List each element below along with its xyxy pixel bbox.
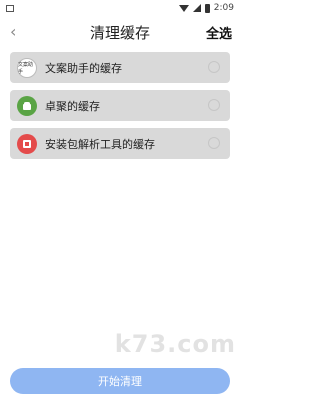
select-radio[interactable] <box>208 137 220 149</box>
start-clean-button[interactable]: 开始清理 <box>10 368 230 394</box>
list-item-wenan[interactable]: 文案助手 文案助手的缓存 <box>10 52 230 83</box>
wenan-app-icon: 文案助手 <box>17 57 37 78</box>
android-icon <box>17 95 37 116</box>
wenan-icon-text: 文案助手 <box>18 61 34 75</box>
select-radio[interactable] <box>208 61 220 73</box>
page-title: 清理缓存 <box>89 24 150 42</box>
signal-icon <box>192 4 201 12</box>
select-all-button[interactable]: 全选 <box>206 23 232 42</box>
wifi-icon <box>178 4 189 12</box>
select-radio[interactable] <box>208 99 220 111</box>
status-time: 2:09 <box>213 3 234 13</box>
status-bar: 2:09 <box>0 0 240 16</box>
watermark-logo: k73.com <box>114 330 236 358</box>
title-bar: ‹ 清理缓存 全选 <box>0 18 240 48</box>
cache-list: 文案助手 文案助手的缓存 卓聚的缓存 安装包解析工具的缓存 <box>10 52 230 166</box>
gallery-icon <box>6 4 14 12</box>
status-indicators: 2:09 <box>178 3 234 13</box>
list-item-zhuoju[interactable]: 卓聚的缓存 <box>10 90 230 121</box>
list-item-apk[interactable]: 安装包解析工具的缓存 <box>10 128 230 159</box>
battery-icon <box>204 3 210 13</box>
item-label: 卓聚的缓存 <box>45 99 100 113</box>
item-label: 文案助手的缓存 <box>45 61 122 75</box>
apk-icon <box>17 133 37 154</box>
item-label: 安装包解析工具的缓存 <box>45 137 155 151</box>
